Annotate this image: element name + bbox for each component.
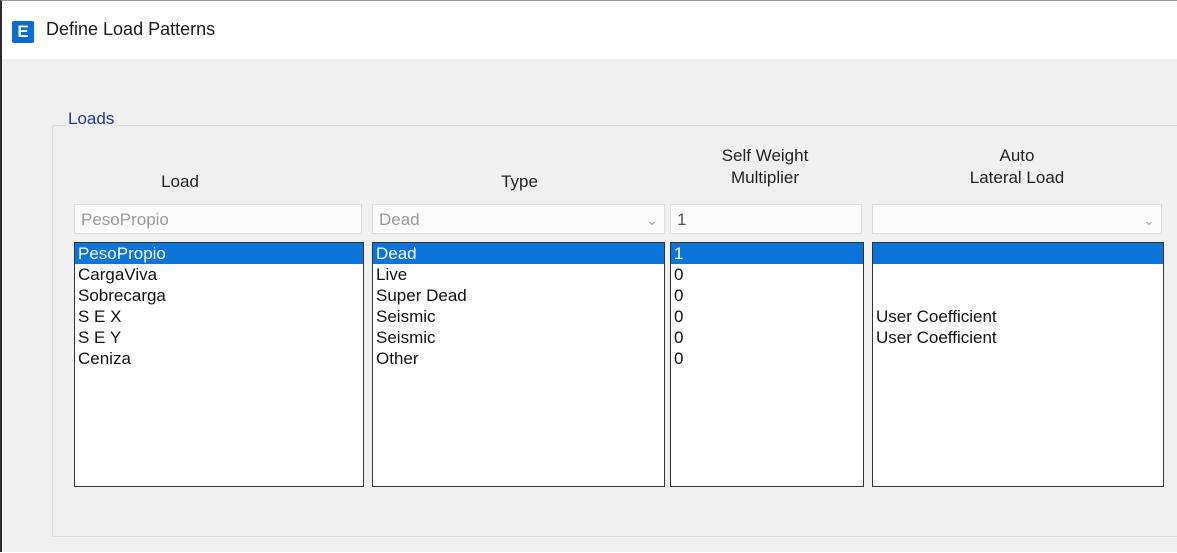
list-item[interactable]: Sobrecarga	[75, 285, 363, 306]
list-item[interactable]: S E X	[75, 306, 363, 327]
list-item[interactable]	[873, 285, 1163, 306]
list-item[interactable]: Seismic	[373, 306, 664, 327]
load-column-header: Load	[161, 172, 199, 191]
load-type-dropdown[interactable]: Dead ⌄	[372, 204, 665, 234]
self-weight-multiplier-list[interactable]: 1 0 0 0 0 0	[670, 242, 864, 487]
loads-group-label: Loads	[66, 109, 117, 129]
list-item[interactable]: Seismic	[373, 327, 664, 348]
type-column-header: Type	[501, 172, 538, 191]
load-name-list[interactable]: PesoPropio CargaViva Sobrecarga S E X S …	[74, 242, 364, 487]
auto-lateral-header-line1: Auto	[999, 146, 1035, 165]
list-item[interactable]: 1	[671, 243, 863, 264]
load-type-value: Dead	[379, 210, 420, 229]
self-weight-column-header: Self Weight Multiplier	[670, 145, 860, 189]
list-item[interactable]: PesoPropio	[75, 243, 363, 264]
list-item[interactable]: User Coefficient	[873, 306, 1163, 327]
list-item[interactable]: Super Dead	[373, 285, 664, 306]
self-weight-header-line2: Multiplier	[730, 168, 800, 187]
list-item[interactable]: 0	[671, 348, 863, 369]
title-bar[interactable]: E Define Load Patterns	[2, 1, 1177, 59]
auto-lateral-load-dropdown[interactable]: ⌄	[872, 204, 1162, 234]
list-item[interactable]: 0	[671, 264, 863, 285]
list-item[interactable]: 0	[671, 285, 863, 306]
load-type-list[interactable]: Dead Live Super Dead Seismic Seismic Oth…	[372, 242, 665, 487]
list-item[interactable]: S E Y	[75, 327, 363, 348]
auto-lateral-column-header: Auto Lateral Load	[872, 145, 1162, 189]
auto-lateral-header-line2: Lateral Load	[969, 168, 1065, 187]
window-title: Define Load Patterns	[46, 19, 216, 39]
define-load-patterns-window: E Define Load Patterns Loads Load Type S…	[0, 0, 1177, 552]
list-item[interactable]: 0	[671, 306, 863, 327]
chevron-down-icon[interactable]: ⌄	[1143, 205, 1155, 235]
auto-lateral-load-list[interactable]: User Coefficient User Coefficient	[872, 242, 1164, 487]
list-item[interactable]	[873, 264, 1163, 285]
list-item[interactable]: 0	[671, 327, 863, 348]
list-item[interactable]: Live	[373, 264, 664, 285]
list-item[interactable]: Other	[373, 348, 664, 369]
self-weight-multiplier-input[interactable]: 1	[670, 204, 862, 234]
self-weight-header-line1: Self Weight	[721, 146, 809, 165]
list-item[interactable]: User Coefficient	[873, 327, 1163, 348]
etabs-app-icon: E	[12, 21, 34, 43]
list-item[interactable]: Ceniza	[75, 348, 363, 369]
list-item[interactable]	[873, 243, 1163, 264]
chevron-down-icon[interactable]: ⌄	[646, 205, 658, 235]
list-item[interactable]	[873, 348, 1163, 369]
list-item[interactable]: CargaViva	[75, 264, 363, 285]
load-name-input[interactable]: PesoPropio	[74, 204, 362, 234]
list-item[interactable]: Dead	[373, 243, 664, 264]
